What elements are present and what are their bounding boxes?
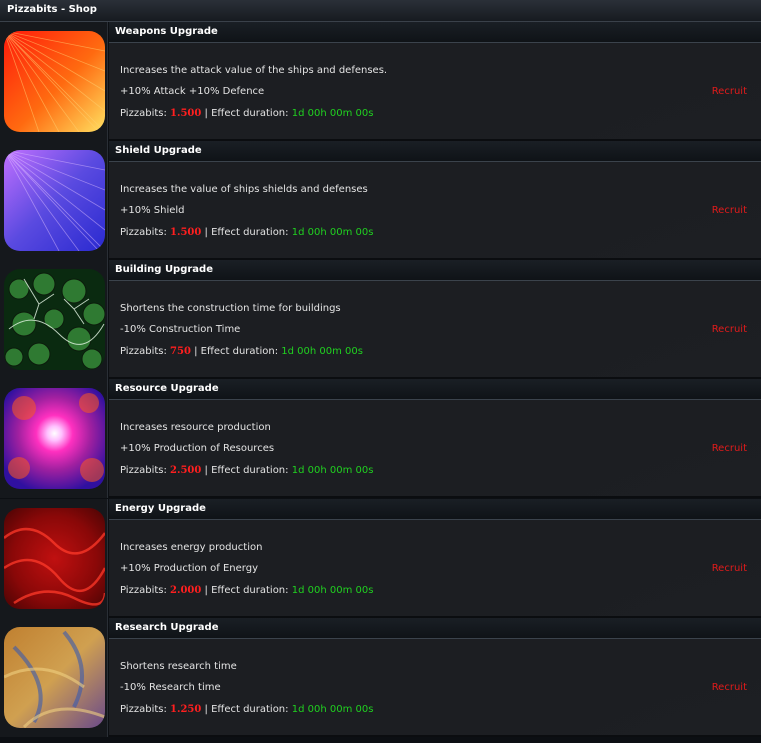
item-description: Increases the attack value of the ships … [120, 65, 388, 76]
separator: | [204, 227, 208, 238]
item-body: Increases the value of ships shields and… [109, 162, 761, 260]
duration-label: Effect duration: [200, 346, 279, 357]
item-effect: -10% Construction Time [120, 324, 241, 335]
currency-label: Pizzabits: [120, 704, 167, 715]
shop-title: Pizzabits - Shop [0, 0, 761, 22]
recruit-button[interactable]: Recruit [712, 324, 747, 335]
item-description: Shortens the construction time for build… [120, 303, 341, 314]
recruit-button[interactable]: Recruit [712, 443, 747, 454]
shop-item-resource: Resource Upgrade Increases resource prod… [0, 379, 761, 498]
shop-item-shield: Shield Upgrade Increases the value of sh… [0, 141, 761, 260]
item-body: Shortens research time -10% Research tim… [109, 639, 761, 737]
separator: | [204, 585, 208, 596]
item-thumbnail-cell [0, 22, 108, 141]
item-description: Shortens research time [120, 661, 237, 672]
item-duration: 1d 00h 00m 00s [291, 704, 374, 715]
item-price: 2.000 [170, 585, 202, 596]
item-duration: 1d 00h 00m 00s [291, 585, 374, 596]
resource-upgrade-image [4, 388, 105, 489]
duration-label: Effect duration: [211, 227, 289, 238]
item-title: Resource Upgrade [109, 379, 761, 400]
shop-item-weapons: Weapons Upgrade Increases the attack val… [0, 22, 761, 141]
building-upgrade-image [4, 269, 105, 370]
separator: | [204, 108, 208, 119]
weapons-upgrade-image [4, 31, 105, 132]
item-price-line: Pizzabits: 2.000 | Effect duration: 1d 0… [120, 585, 373, 596]
item-effect: +10% Shield [120, 205, 185, 216]
item-effect: +10% Attack +10% Defence [120, 86, 265, 97]
separator: | [204, 465, 208, 476]
shop-item-research: Research Upgrade Shortens research time … [0, 618, 761, 737]
item-price: 2.500 [170, 465, 202, 476]
item-title: Shield Upgrade [109, 141, 761, 162]
duration-label: Effect duration: [211, 704, 289, 715]
item-duration: 1d 00h 00m 00s [291, 227, 374, 238]
item-title: Energy Upgrade [109, 499, 761, 520]
item-price: 750 [170, 346, 191, 357]
currency-label: Pizzabits: [120, 465, 167, 476]
item-effect: +10% Production of Energy [120, 563, 258, 574]
energy-upgrade-image [4, 508, 105, 609]
item-price: 1.500 [170, 108, 202, 119]
item-title: Weapons Upgrade [109, 22, 761, 43]
item-price: 1.500 [170, 227, 202, 238]
item-price: 1.250 [170, 704, 202, 715]
item-thumbnail-cell [0, 141, 108, 260]
currency-label: Pizzabits: [120, 585, 167, 596]
item-title: Research Upgrade [109, 618, 761, 639]
duration-label: Effect duration: [211, 465, 289, 476]
item-price-line: Pizzabits: 2.500 | Effect duration: 1d 0… [120, 465, 373, 476]
item-price-line: Pizzabits: 1.250 | Effect duration: 1d 0… [120, 704, 373, 715]
currency-label: Pizzabits: [120, 108, 167, 119]
item-description: Increases resource production [120, 422, 271, 433]
item-price-line: Pizzabits: 1.500 | Effect duration: 1d 0… [120, 108, 373, 119]
duration-label: Effect duration: [211, 108, 289, 119]
item-duration: 1d 00h 00m 00s [291, 465, 374, 476]
item-price-line: Pizzabits: 1.500 | Effect duration: 1d 0… [120, 227, 373, 238]
item-thumbnail-cell [0, 618, 108, 737]
item-body: Increases the attack value of the ships … [109, 43, 761, 141]
shield-upgrade-image [4, 150, 105, 251]
separator: | [204, 704, 208, 715]
item-title: Building Upgrade [109, 260, 761, 281]
recruit-button[interactable]: Recruit [712, 205, 747, 216]
item-duration: 1d 00h 00m 00s [291, 108, 374, 119]
item-body: Increases resource production +10% Produ… [109, 400, 761, 498]
item-thumbnail-cell [0, 379, 108, 498]
separator: | [194, 346, 198, 357]
currency-label: Pizzabits: [120, 346, 167, 357]
item-description: Increases energy production [120, 542, 263, 553]
item-body: Increases energy production +10% Product… [109, 520, 761, 618]
item-thumbnail-cell [0, 260, 108, 379]
research-upgrade-image [4, 627, 105, 728]
shop-item-energy: Energy Upgrade Increases energy producti… [0, 499, 761, 618]
item-duration: 1d 00h 00m 00s [281, 346, 363, 357]
item-thumbnail-cell [0, 499, 108, 618]
recruit-button[interactable]: Recruit [712, 86, 747, 97]
recruit-button[interactable]: Recruit [712, 682, 747, 693]
recruit-button[interactable]: Recruit [712, 563, 747, 574]
item-effect: +10% Production of Resources [120, 443, 275, 454]
item-body: Shortens the construction time for build… [109, 281, 761, 379]
shop-panel: Pizzabits - Shop Weapons Upgrade Increas… [0, 0, 761, 743]
currency-label: Pizzabits: [120, 227, 167, 238]
item-effect: -10% Research time [120, 682, 221, 693]
duration-label: Effect duration: [211, 585, 289, 596]
item-price-line: Pizzabits: 750 | Effect duration: 1d 00h… [120, 346, 363, 357]
item-description: Increases the value of ships shields and… [120, 184, 368, 195]
shop-item-building: Building Upgrade Shortens the constructi… [0, 260, 761, 379]
